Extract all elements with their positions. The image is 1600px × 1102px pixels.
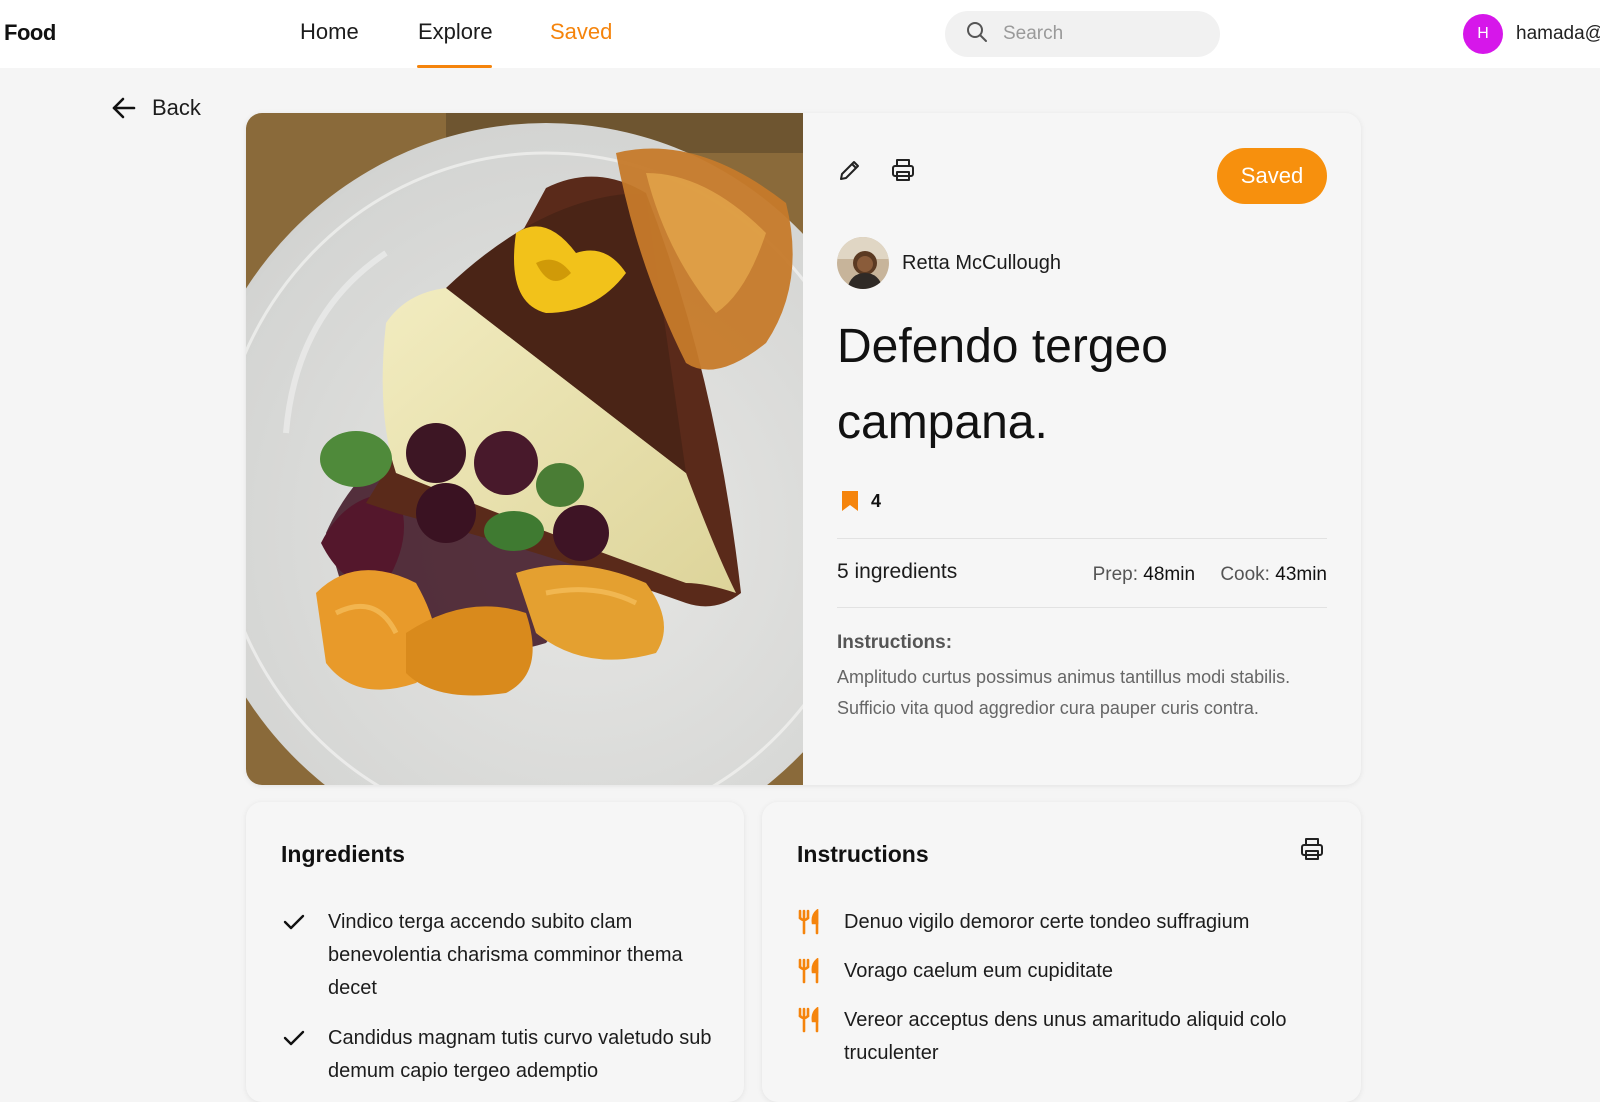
instruction-text: Denuo vigilo demoror certe tondeo suffra…	[844, 911, 1250, 933]
ingredients-title: Ingredients	[281, 841, 405, 867]
instruction-step: Denuo vigilo demoror certe tondeo suffra…	[797, 906, 1334, 939]
divider	[837, 538, 1327, 539]
prep-value: 48min	[1143, 564, 1196, 585]
ingredient-item: Vindico terga accendo subito clam benevo…	[281, 906, 728, 1005]
user-name[interactable]: hamada@	[1516, 23, 1600, 45]
instruction-step: Vorago caelum eum cupiditate	[797, 955, 1334, 988]
saved-button[interactable]: Saved	[1217, 148, 1327, 204]
divider	[837, 607, 1327, 608]
author-avatar[interactable]	[837, 237, 889, 289]
nav-home-link[interactable]: Home	[300, 19, 359, 45]
ingredient-item: Candidus magnam tutis curvo valetudo sub…	[281, 1022, 728, 1088]
recipe-hero-card: Saved Retta McCullough Defendo tergeo ca…	[246, 113, 1361, 785]
search-icon	[965, 20, 989, 49]
instruction-text: Vorago caelum eum cupiditate	[844, 960, 1114, 982]
top-nav: Food Home Explore Saved H hamada@	[0, 0, 1600, 68]
author-name[interactable]: Retta McCullough	[902, 252, 1061, 275]
search-input[interactable]	[1003, 23, 1203, 45]
check-icon	[283, 1030, 305, 1046]
back-button[interactable]: Back	[110, 92, 201, 124]
utensils-icon	[798, 958, 819, 984]
cook-times: Prep: 48min Cook: 43min	[1093, 564, 1327, 586]
cook-value: 43min	[1275, 564, 1327, 585]
prep-label: Prep:	[1092, 564, 1139, 585]
recipe-title: Defendo tergeo campana.	[837, 320, 1168, 449]
utensils-icon	[798, 909, 819, 935]
ingredient-text: Candidus magnam tutis curvo valetudo sub…	[328, 1027, 712, 1082]
search-bar[interactable]	[945, 11, 1220, 57]
ingredient-count: 5 ingredients	[837, 560, 958, 583]
instructions-title: Instructions	[797, 841, 929, 867]
check-icon	[283, 914, 305, 930]
recipe-image	[246, 113, 803, 785]
instruction-text: Vereor acceptus dens unus amaritudo aliq…	[844, 1009, 1287, 1064]
instructions-summary: Amplitudo curtus possimus animus tantill…	[837, 667, 1291, 718]
ingredient-text: Vindico terga accendo subito clam benevo…	[328, 911, 683, 999]
pencil-icon[interactable]	[837, 157, 863, 183]
ingredients-card: Ingredients Vindico terga accendo subito…	[246, 802, 744, 1102]
nav-saved-link[interactable]: Saved	[550, 19, 612, 45]
save-count: 4	[841, 490, 881, 512]
printer-icon[interactable]	[1299, 836, 1325, 862]
back-label: Back	[152, 95, 201, 120]
active-tab-underline	[417, 65, 492, 68]
utensils-icon	[798, 1007, 819, 1033]
instruction-step: Vereor acceptus dens unus amaritudo aliq…	[797, 1004, 1334, 1070]
recipe-details: Saved Retta McCullough Defendo tergeo ca…	[837, 113, 1327, 785]
save-count-value: 4	[871, 490, 882, 511]
app-logo[interactable]: Food	[4, 20, 56, 46]
user-avatar[interactable]: H	[1463, 14, 1503, 54]
instructions-label: Instructions:	[837, 632, 953, 653]
instructions-card: Instructions Denuo vigilo demoror certe …	[762, 802, 1361, 1102]
bookmark-icon	[842, 491, 858, 511]
printer-icon[interactable]	[890, 157, 916, 183]
nav-explore-link[interactable]: Explore	[418, 19, 493, 45]
cook-label: Cook:	[1220, 564, 1270, 585]
arrow-left-icon	[112, 97, 136, 119]
